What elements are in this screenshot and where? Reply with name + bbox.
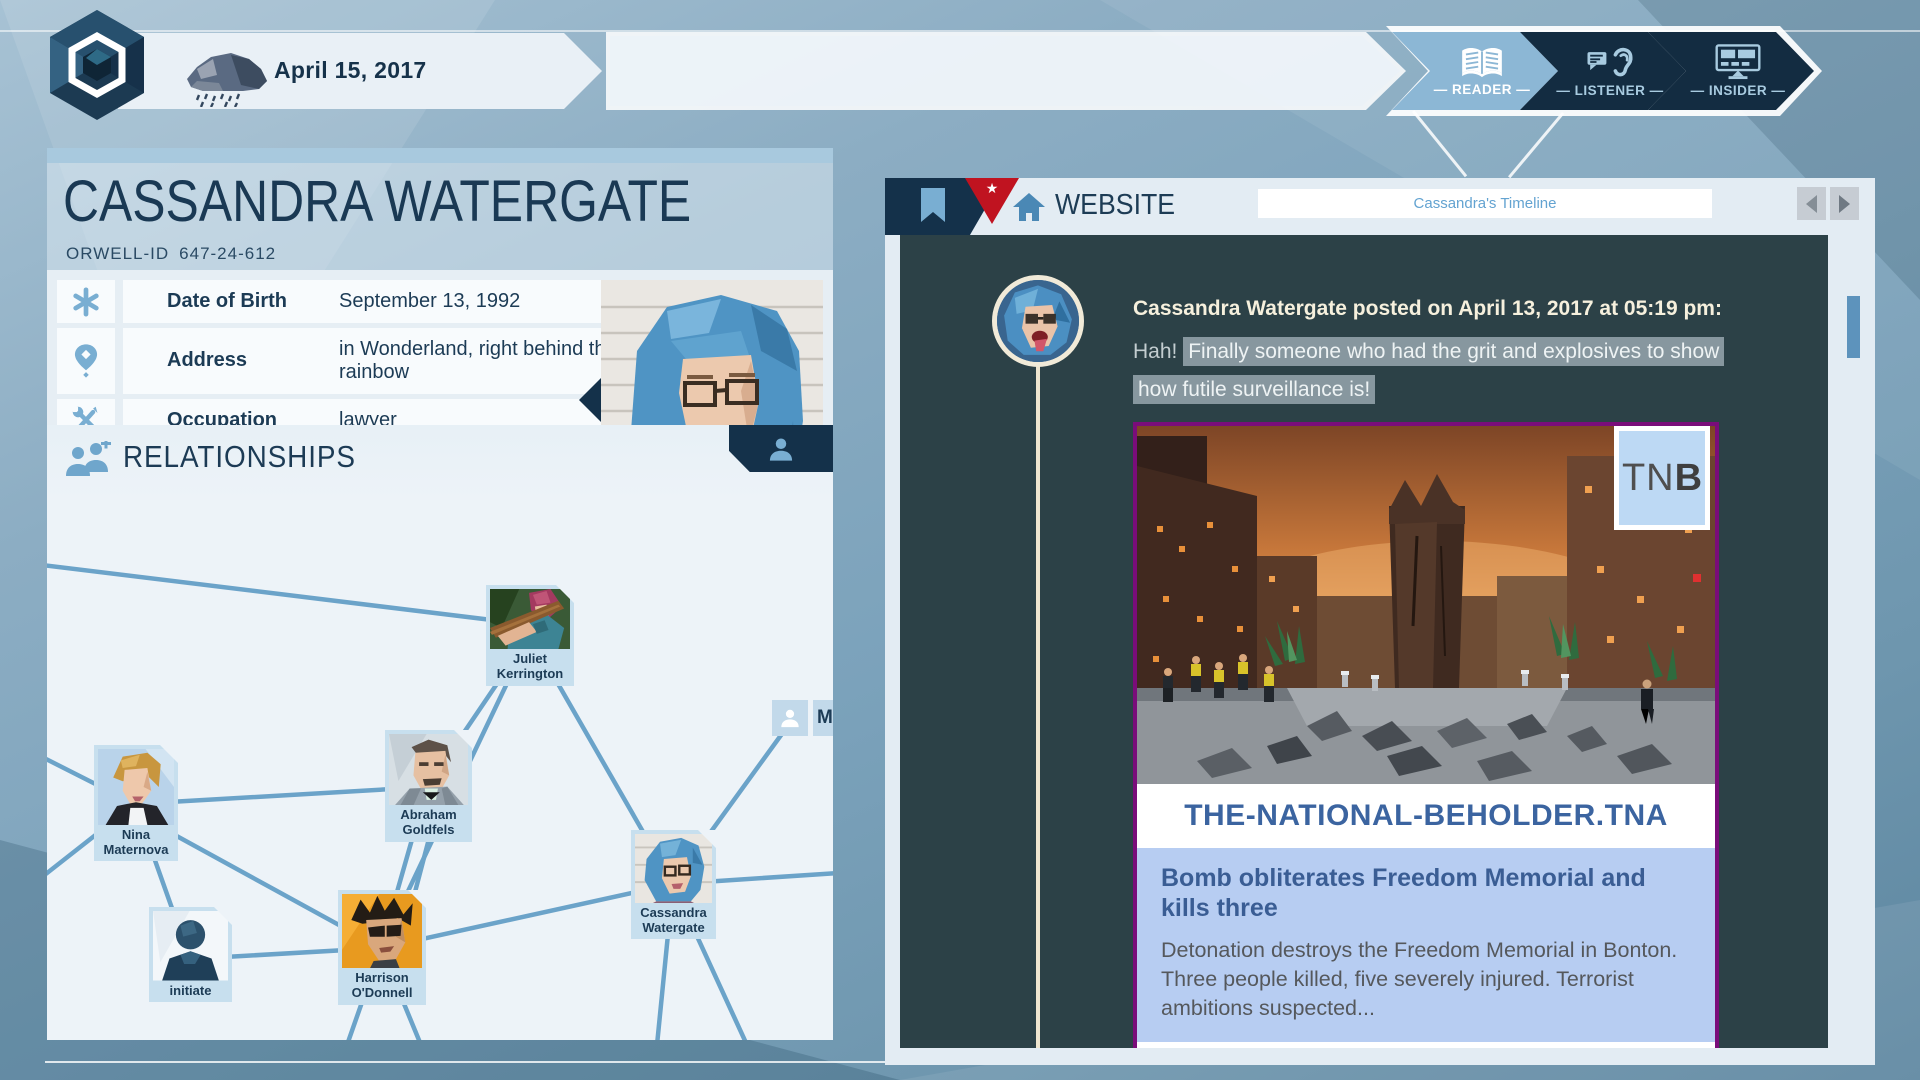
topbar-track [610,36,1400,106]
orwell-app: April 15, 2017 — READER — [0,0,1920,1080]
abraham-photo [389,734,468,805]
graph-node-label: Harrison O'Donnell [342,968,422,1002]
graph-node-harrison[interactable]: Harrison O'Donnell [338,890,426,1005]
cassandra-photo [635,834,712,903]
article-summary-band: Bomb obliterates Freedom Memorial and ki… [1137,848,1715,1042]
nav-back-button[interactable] [1797,187,1826,220]
graph-node-cassandra[interactable]: Cassandra Watergate [631,830,716,939]
graph-node-partial[interactable] [772,700,808,736]
tnb-logo-light: TN [1622,457,1675,500]
graph-node-label: Abraham Goldfels [389,805,468,839]
post-author-line: Cassandra Watergate posted on April 13, … [1133,297,1722,321]
article-image: TNB [1137,426,1715,784]
date-bar: April 15, 2017 [118,33,602,109]
website-header: ★ WEBSITE Cassandra's Timeline [885,178,1875,235]
initiate-photo [153,911,228,981]
graph-node-label: Cassandra Watergate [635,903,712,937]
timeline-content: Cassandra Watergate posted on April 13, … [900,235,1828,1048]
scrollbar-thumb[interactable] [1847,296,1860,358]
graph-node-label: Nina Maternova [98,825,174,859]
field-value: in Wonderland, right behind the rainbow [339,338,639,384]
open-book-icon [1459,45,1505,79]
monitor-icon [1715,44,1761,80]
orwell-id-value: 647-24-612 [179,244,276,263]
post-text-plain: Hah! [1133,340,1183,363]
orwell-id: ORWELL-ID 647-24-612 [66,244,286,264]
ear-icon [1584,44,1636,80]
birthdate-icon [57,280,115,323]
post-highlight-chunk[interactable]: how futile surveillance is! [1133,375,1375,404]
graph-node-juliet[interactable]: Juliet Kerrington [486,585,574,686]
post-highlight-chunk[interactable]: Finally someone who had the grit and exp… [1183,337,1724,366]
graph-node-label: Juliet Kerrington [490,649,570,683]
profile-accent-bar [47,148,833,163]
reader-notch-line [1412,110,1467,177]
person-icon [779,707,801,729]
nav-forward-button[interactable] [1830,187,1859,220]
graph-node-label: initiate [153,981,228,1001]
tab-insider-label: — INSIDER — [1691,83,1786,98]
article-domain-band: THE-NATIONAL-BEHOLDER.TNA [1137,784,1715,848]
article-body: Detonation destroys the Freedom Memorial… [1161,936,1691,1022]
tab-reader-label: — READER — [1434,82,1531,97]
tnb-logo: TNB [1614,426,1710,530]
page-title: CASSANDRA WATERGATE [63,168,691,235]
nina-photo [98,749,174,825]
section-label: WEBSITE [1055,189,1175,222]
juliet-photo [490,589,570,649]
arrow-right-icon [1839,195,1850,213]
website-panel: ★ WEBSITE Cassandra's Timeline [885,178,1875,1065]
profile-panel: CASSANDRA WATERGATE ORWELL-ID647-24-612 … [47,148,833,1040]
orwell-logo [38,6,156,124]
tab-listener-label: — LISTENER — [1556,83,1663,98]
orwell-id-label: ORWELL-ID [66,244,169,263]
article-card-footer [1137,1042,1715,1048]
graph-node-abraham[interactable]: Abraham Goldfels [385,730,472,842]
field-label: Address [167,349,339,372]
address-bar-text: Cassandra's Timeline [1414,195,1557,212]
graph-node-initiate[interactable]: initiate [149,907,232,1002]
reader-notch-line [1508,112,1564,178]
cassandra-avatar [997,280,1079,362]
arrow-left-icon [1806,195,1817,213]
relationships-panel: RELATIONSHIPS [47,425,833,1040]
field-value: September 13, 1992 [339,290,639,313]
graph-node-partial-label[interactable]: M [813,700,833,736]
field-row-address: Address in Wonderland, right behind the … [57,328,597,393]
home-icon[interactable] [1013,193,1045,221]
address-bar[interactable]: Cassandra's Timeline [1258,189,1712,218]
bookmark-icon [921,188,945,222]
harrison-photo [342,894,422,968]
article-domain: THE-NATIONAL-BEHOLDER.TNA [1184,799,1668,833]
field-row-dob: Date of Birth September 13, 1992 [57,280,597,323]
storm-cloud-icon [182,41,274,107]
linked-article-card[interactable]: TNB THE-NATIONAL-BEHOLDER.TNA Bomb oblit… [1133,422,1719,1048]
field-label: Date of Birth [167,290,339,313]
post-avatar [992,275,1084,367]
graph-node-nina[interactable]: Nina Maternova [94,745,178,861]
article-headline: Bomb obliterates Freedom Memorial and ki… [1161,864,1691,923]
tnb-logo-bold: B [1675,457,1702,500]
star-icon: ★ [986,180,999,196]
post-text: Hah! Finally someone who had the grit an… [1133,333,1773,409]
timeline-thread [1036,363,1040,1048]
portrait-pointer [579,378,601,422]
address-icon [57,328,115,393]
current-date: April 15, 2017 [274,57,427,84]
